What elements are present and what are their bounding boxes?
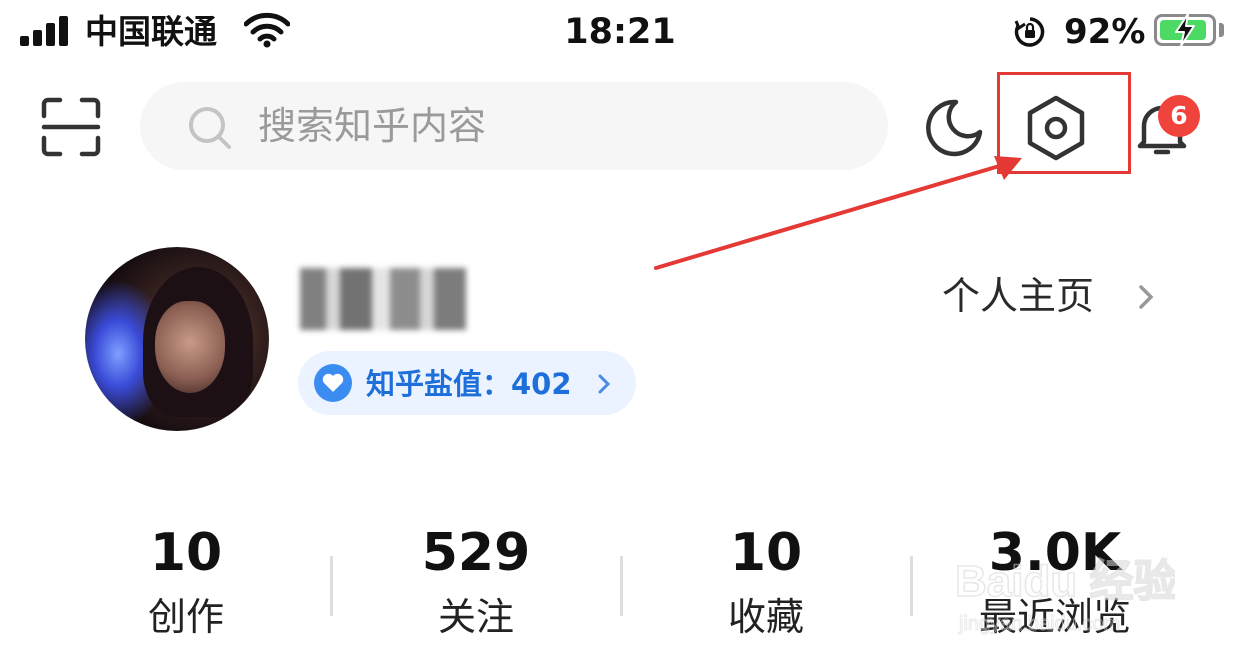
svg-text:jingyan.baidu.com: jingyan.baidu.com [958,613,1120,635]
stat-creations[interactable]: 10 创作 [100,520,272,642]
status-bar: 中国联通 18:21 92% [0,0,1242,64]
stat-value: 10 [149,523,223,583]
rotation-lock-icon [1014,17,1045,47]
chevron-right-icon [598,374,611,394]
stat-divider [910,556,913,616]
salt-value-label: 知乎盐值：402 [366,367,572,401]
stat-value: 529 [421,523,531,583]
stat-value: 10 [729,523,803,583]
annotation-arrow [654,156,1022,270]
cellular-signal-icon [20,14,72,46]
status-time: 18:21 [564,12,676,52]
stat-favorites[interactable]: 10 收藏 [680,520,852,642]
notification-badge: 6 [1158,95,1200,137]
battery-percent: 92% [1064,12,1146,52]
avatar[interactable] [85,247,269,431]
stat-divider [620,556,623,616]
search-placeholder[interactable]: 搜索知乎内容 [258,100,486,152]
baidu-watermark: Baidu 经验 jingyan.baidu.com [955,556,1175,635]
stat-label: 收藏 [727,595,804,639]
username-pixelated[interactable] [300,268,466,330]
carrier-name: 中国联通 [85,12,217,51]
svg-text:Baidu 经验: Baidu 经验 [955,557,1175,606]
homepage-link[interactable]: 个人主页 [942,270,1094,322]
search-icon [189,107,231,149]
chevron-right-icon [1139,285,1154,309]
stat-label: 关注 [437,595,514,639]
heart-icon [314,364,352,402]
wifi-icon [244,12,290,48]
battery-cap [1219,23,1224,37]
stat-following[interactable]: 529 关注 [390,520,562,642]
avatar-face [155,301,225,393]
charging-bolt-icon [1175,13,1195,47]
stat-label: 创作 [147,595,224,639]
scan-icon[interactable] [40,96,102,158]
stat-divider [330,556,333,616]
